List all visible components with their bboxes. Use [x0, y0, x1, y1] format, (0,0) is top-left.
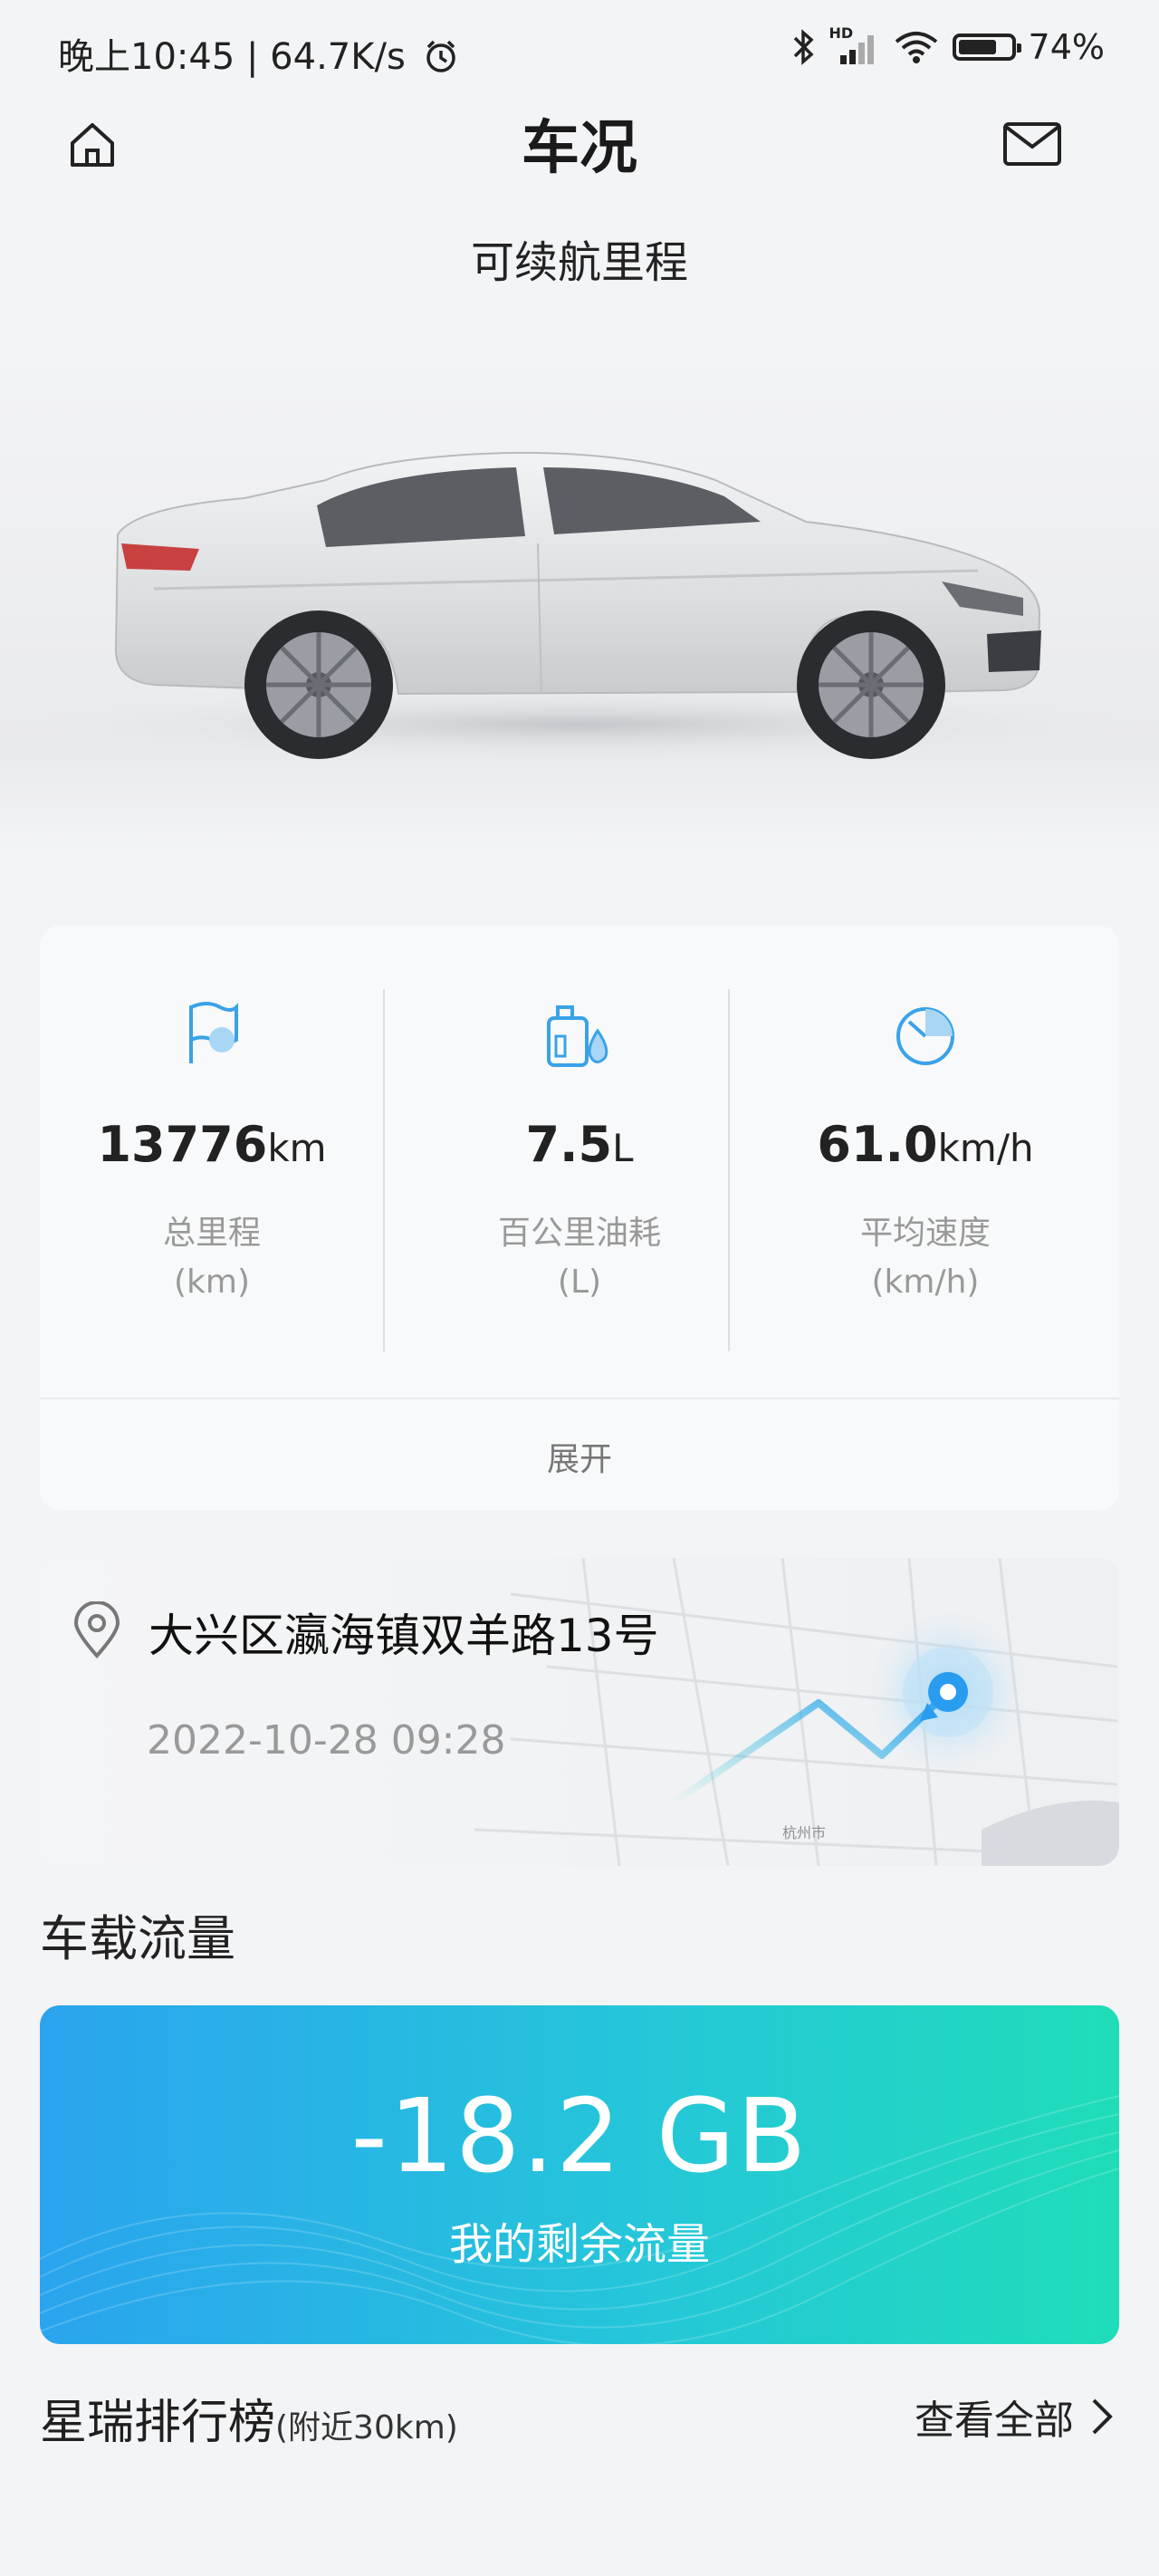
data-usage-card[interactable]: -18.2 GB 我的剩余流量: [40, 2005, 1119, 2344]
status-time-network: 晚上10:45 | 64.7K/s: [58, 27, 459, 80]
view-all-link[interactable]: 查看全部: [915, 2388, 1114, 2446]
stat-fuel-consumption: 7.5L 百公里油耗 (L): [407, 998, 752, 1307]
map-city-label: 杭州市: [782, 1824, 827, 1841]
expand-button[interactable]: 展开: [40, 1433, 1119, 1480]
status-bar: 晚上10:45 | 64.7K/s HD 74%: [0, 0, 1159, 101]
rear-wheel: [244, 610, 393, 759]
stat-average-speed: 61.0km/h 平均速度 (km/h): [753, 998, 1097, 1307]
messages-button[interactable]: [996, 109, 1068, 181]
alarm-icon: [426, 40, 455, 72]
range-label: 可续航里程: [470, 237, 688, 288]
stat-total-mileage: 13776km 总里程 (km): [40, 998, 384, 1307]
chevron-right-icon: [1092, 2398, 1113, 2435]
stat-divider: [383, 989, 385, 1351]
ranking-title: 星瑞排行榜(附近30km): [40, 2396, 458, 2450]
remaining-data-label: 我的剩余流量: [448, 2219, 710, 2270]
stat-divider: [728, 989, 730, 1351]
fuel-icon: [547, 1005, 608, 1067]
battery-icon: [952, 34, 1021, 61]
wifi-icon: [895, 32, 937, 63]
vehicle-location-card[interactable]: 大兴区瀛海镇双羊路13号 2022-10-28 09:28 杭州市: [40, 1558, 1119, 1866]
trip-stats-card: 13776km 总里程 (km) 7.5L 百公里油耗 (L) 61.0km/h 平…: [40, 926, 1119, 1510]
mail-icon: [1003, 122, 1061, 166]
remaining-data-value: -18.2 GB: [350, 2078, 809, 2196]
front-wheel: [797, 610, 945, 759]
flag-icon: [189, 1002, 238, 1063]
status-icons: HD 74%: [790, 24, 1105, 67]
card-separator: [40, 1398, 1119, 1399]
data-section-title: 车载流量: [40, 1910, 235, 1967]
bluetooth-icon: [793, 29, 814, 65]
vehicle-address: 大兴区瀛海镇双羊路13号: [148, 1610, 659, 1662]
location-pin-icon: [73, 1601, 120, 1659]
signal-icon: HD: [829, 24, 880, 66]
page-title: 车况: [522, 115, 637, 182]
car-image: [0, 344, 1159, 851]
location-timestamp: 2022-10-28 09:28: [147, 1717, 506, 1764]
speedometer-icon: [896, 1007, 954, 1065]
